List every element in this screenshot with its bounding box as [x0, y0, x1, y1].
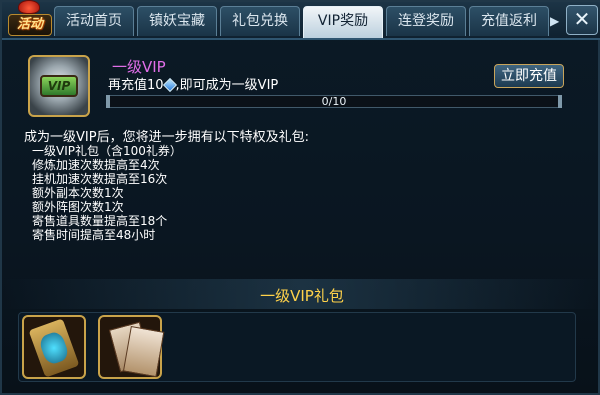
- tab-bar: 活动 活动首页 镇妖宝藏 礼包兑换 VIP奖励 连登奖励 充值返利 ▶ ✕: [2, 0, 600, 40]
- vip-scroll-icon: VIP: [40, 75, 78, 97]
- tab-vip-reward[interactable]: VIP奖励: [303, 6, 383, 38]
- vip-desc-suffix: ,即可成为一级VIP: [175, 78, 279, 93]
- recharge-now-button[interactable]: 立即充值: [494, 64, 564, 88]
- privilege-list: 一级VIP礼包（含100礼券） 修炼加速次数提高至4次 挂机加速次数提高至16次…: [32, 144, 182, 242]
- privilege-intro: 成为一级VIP后，您将进一步拥有以下特权及礼包:: [24, 130, 309, 145]
- tab-scroll-right-icon[interactable]: ▶: [550, 10, 559, 32]
- package-title: 一级VIP礼包: [260, 287, 344, 305]
- vip-badge-icon: VIP: [28, 55, 90, 117]
- activity-logo: 活动: [4, 0, 54, 40]
- vip-progress-bar: 0/10: [106, 95, 562, 108]
- tab-gift-exchange[interactable]: 礼包兑换: [220, 6, 300, 36]
- privilege-item: 额外副本次数1次: [32, 186, 124, 200]
- vip-description: 再充值10 ,即可成为一级VIP: [108, 74, 278, 93]
- scroll-item-icon: [28, 318, 80, 378]
- tab-demon-treasure[interactable]: 镇妖宝藏: [137, 6, 217, 36]
- activity-window: 活动 活动首页 镇妖宝藏 礼包兑换 VIP奖励 连登奖励 充值返利 ▶ ✕ VI…: [0, 0, 600, 395]
- gem-icon: [162, 77, 177, 93]
- privilege-item: 挂机加速次数提高至16次: [32, 172, 168, 186]
- privilege-item: 寄售时间提高至48小时: [32, 228, 156, 242]
- package-item-scroll[interactable]: [22, 315, 86, 379]
- tabs: 活动首页 镇妖宝藏 礼包兑换 VIP奖励 连登奖励 充值返利: [54, 6, 549, 38]
- privilege-item: 修炼加速次数提高至4次: [32, 158, 160, 172]
- vip-progress-text: 0/10: [321, 95, 347, 108]
- tab-login-reward[interactable]: 连登奖励: [386, 6, 466, 36]
- lantern-icon: [18, 0, 40, 14]
- tab-recharge-rebate[interactable]: 充值返利: [469, 6, 549, 36]
- privilege-item: 一级VIP礼包（含100礼券）: [32, 144, 182, 158]
- vip-desc-prefix: 再充值10: [108, 78, 164, 93]
- privilege-item: 寄售道具数量提高至18个: [32, 214, 168, 228]
- privilege-item: 额外阵图次数1次: [32, 200, 124, 214]
- close-icon: ✕: [573, 7, 591, 31]
- cards-item-icon: [108, 321, 152, 373]
- package-item-cards[interactable]: [98, 315, 162, 379]
- tab-activity-home[interactable]: 活动首页: [54, 6, 134, 36]
- activity-logo-text: 活动: [8, 14, 52, 36]
- close-button[interactable]: ✕: [566, 5, 598, 35]
